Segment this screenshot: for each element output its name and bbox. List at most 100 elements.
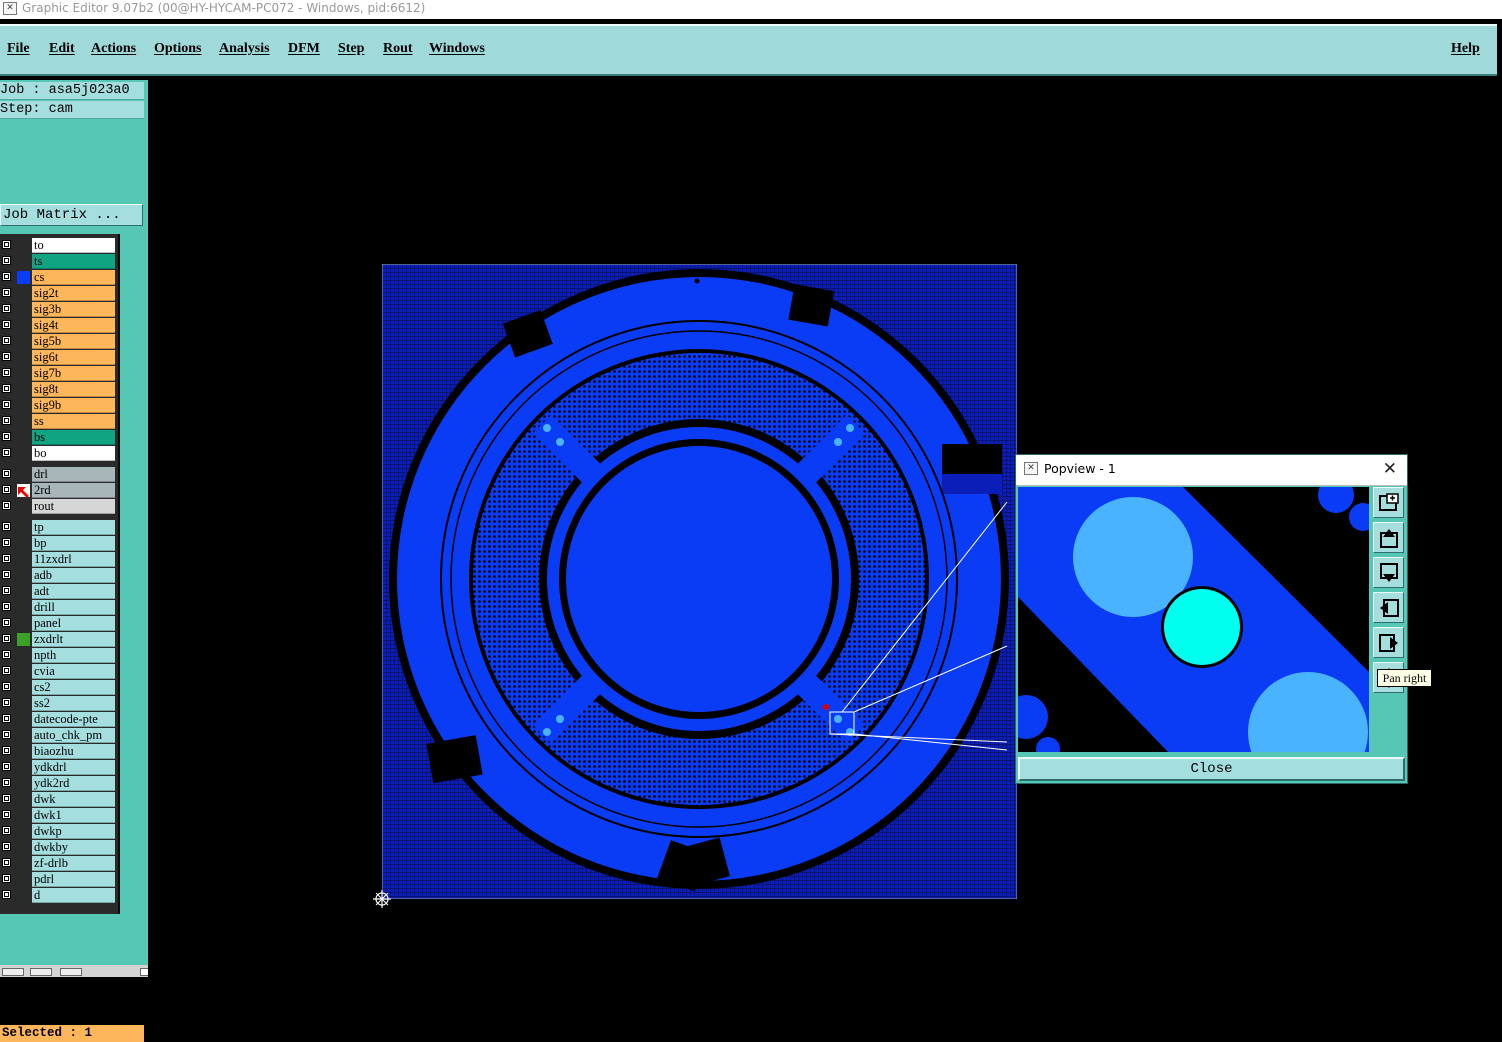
layer-checkbox[interactable] xyxy=(2,448,11,457)
layer-row[interactable]: ss2 xyxy=(0,696,116,711)
layer-checkbox[interactable] xyxy=(2,730,11,739)
layer-checkbox[interactable] xyxy=(2,634,11,643)
layer-checkbox[interactable] xyxy=(2,618,11,627)
layer-checkbox[interactable] xyxy=(2,288,11,297)
layer-row[interactable]: ts xyxy=(0,254,116,269)
layer-checkbox[interactable] xyxy=(2,416,11,425)
close-button[interactable]: Close xyxy=(1018,757,1405,781)
layer-checkbox[interactable] xyxy=(2,384,11,393)
layer-checkbox[interactable] xyxy=(2,602,11,611)
menu-analysis[interactable]: Analysis xyxy=(219,41,270,57)
layer-row[interactable]: zf-drlb xyxy=(0,856,116,871)
layer-row[interactable]: sig5b xyxy=(0,334,116,349)
layer-row[interactable]: auto_chk_pm xyxy=(0,728,116,743)
layer-checkbox[interactable] xyxy=(2,256,11,265)
layer-row[interactable]: bo xyxy=(0,446,116,461)
layer-row[interactable]: dwkby xyxy=(0,840,116,855)
layer-checkbox[interactable] xyxy=(2,304,11,313)
menu-rout[interactable]: Rout xyxy=(383,41,413,57)
zoom-in-button[interactable] xyxy=(1373,487,1404,518)
layer-checkbox[interactable] xyxy=(2,240,11,249)
layer-checkbox[interactable] xyxy=(2,714,11,723)
layer-row[interactable]: ydk2rd xyxy=(0,776,116,791)
layer-checkbox[interactable] xyxy=(2,778,11,787)
layer-checkbox[interactable] xyxy=(2,762,11,771)
layer-row[interactable]: datecode-pte xyxy=(0,712,116,727)
layer-checkbox[interactable] xyxy=(2,501,11,510)
bottom-button[interactable] xyxy=(60,968,82,976)
layer-row[interactable]: 11zxdrl xyxy=(0,552,116,567)
layer-checkbox[interactable] xyxy=(2,666,11,675)
menu-windows[interactable]: Windows xyxy=(429,41,485,57)
layer-row[interactable]: pdrl xyxy=(0,872,116,887)
close-icon[interactable]: ✕ xyxy=(1383,455,1397,483)
layer-row[interactable]: cvia xyxy=(0,664,116,679)
layer-checkbox[interactable] xyxy=(2,485,11,494)
menu-file[interactable]: File xyxy=(7,41,30,57)
layer-row[interactable]: dwkp xyxy=(0,824,116,839)
layer-row[interactable]: drill xyxy=(0,600,116,615)
layer-checkbox[interactable] xyxy=(2,538,11,547)
layer-checkbox[interactable] xyxy=(2,842,11,851)
pan-down-button[interactable] xyxy=(1373,557,1404,588)
layer-row[interactable]: adt xyxy=(0,584,116,599)
layer-checkbox[interactable] xyxy=(2,698,11,707)
layer-row[interactable]: 2rd xyxy=(0,483,116,498)
layer-checkbox[interactable] xyxy=(2,858,11,867)
menu-step[interactable]: Step xyxy=(338,41,364,57)
layer-row[interactable]: sig9b xyxy=(0,398,116,413)
pan-up-button[interactable] xyxy=(1373,522,1404,553)
layer-checkbox[interactable] xyxy=(2,874,11,883)
layer-row[interactable]: bp xyxy=(0,536,116,551)
layer-checkbox[interactable] xyxy=(2,794,11,803)
bottom-button[interactable] xyxy=(30,968,52,976)
layer-checkbox[interactable] xyxy=(2,272,11,281)
layer-row[interactable]: sig4t xyxy=(0,318,116,333)
layer-row[interactable]: adb xyxy=(0,568,116,583)
layer-checkbox[interactable] xyxy=(2,352,11,361)
layer-checkbox[interactable] xyxy=(2,469,11,478)
layer-checkbox[interactable] xyxy=(2,320,11,329)
popview-canvas[interactable] xyxy=(1018,487,1369,752)
job-matrix-button[interactable]: Job Matrix ... xyxy=(0,204,143,226)
layer-row[interactable]: bs xyxy=(0,430,116,445)
layer-row[interactable]: ss xyxy=(0,414,116,429)
layer-checkbox[interactable] xyxy=(2,368,11,377)
menu-dfm[interactable]: DFM xyxy=(288,41,320,57)
layer-checkbox[interactable] xyxy=(2,890,11,899)
layer-checkbox[interactable] xyxy=(2,554,11,563)
layer-row[interactable]: sig3b xyxy=(0,302,116,317)
layer-row[interactable]: dwk xyxy=(0,792,116,807)
menu-help[interactable]: Help xyxy=(1451,41,1480,57)
layer-row[interactable]: sig2t xyxy=(0,286,116,301)
layer-checkbox[interactable] xyxy=(2,826,11,835)
layer-row[interactable]: sig6t xyxy=(0,350,116,365)
pan-left-button[interactable] xyxy=(1373,592,1404,623)
layer-row[interactable]: sig7b xyxy=(0,366,116,381)
layer-row[interactable]: zxdrlt xyxy=(0,632,116,647)
layer-row[interactable]: biaozhu xyxy=(0,744,116,759)
pcb-board-view[interactable] xyxy=(381,263,1018,900)
layer-checkbox[interactable] xyxy=(2,570,11,579)
layer-checkbox[interactable] xyxy=(2,586,11,595)
layer-row[interactable]: tp xyxy=(0,520,116,535)
layer-checkbox[interactable] xyxy=(2,522,11,531)
layer-row[interactable]: d xyxy=(0,888,116,903)
layer-row[interactable]: dwk1 xyxy=(0,808,116,823)
layer-row[interactable]: rout xyxy=(0,499,116,514)
menu-actions[interactable]: Actions xyxy=(91,41,136,57)
layer-checkbox[interactable] xyxy=(2,400,11,409)
layer-row[interactable]: cs xyxy=(0,270,116,285)
menu-edit[interactable]: Edit xyxy=(49,41,75,57)
layer-row[interactable]: cs2 xyxy=(0,680,116,695)
bottom-button[interactable] xyxy=(2,968,24,976)
layer-row[interactable]: npth xyxy=(0,648,116,663)
layer-row[interactable]: sig8t xyxy=(0,382,116,397)
pan-right-button[interactable] xyxy=(1373,627,1404,658)
layer-checkbox[interactable] xyxy=(2,810,11,819)
layer-row[interactable]: to xyxy=(0,238,116,253)
layer-checkbox[interactable] xyxy=(2,682,11,691)
layer-checkbox[interactable] xyxy=(2,432,11,441)
layer-row[interactable]: drl xyxy=(0,467,116,482)
layer-row[interactable]: ydkdrl xyxy=(0,760,116,775)
